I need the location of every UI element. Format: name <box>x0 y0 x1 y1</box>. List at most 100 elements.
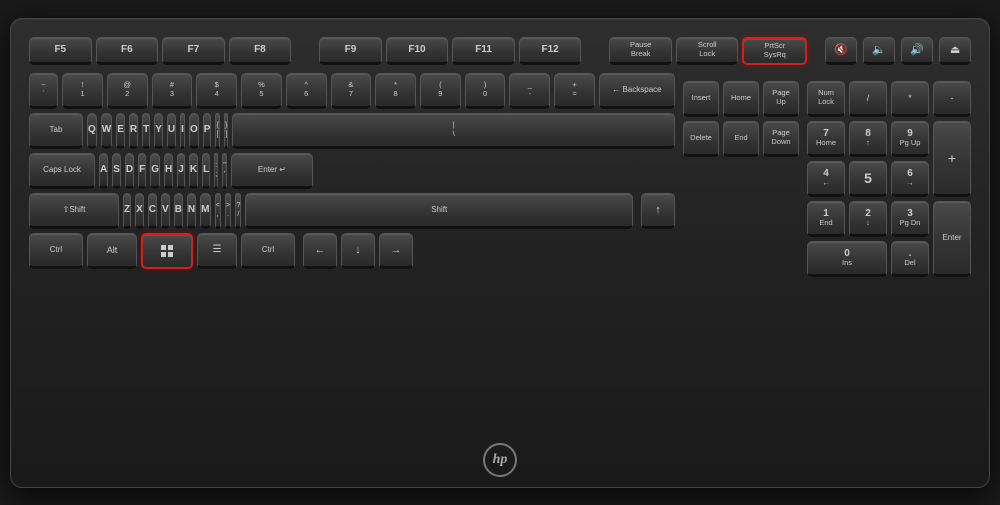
key-period[interactable]: >. <box>225 193 231 229</box>
key-7[interactable]: &7 <box>331 73 372 109</box>
key-vol-up[interactable]: 🔊 <box>901 37 933 65</box>
key-windows[interactable] <box>141 233 193 269</box>
key-comma[interactable]: <, <box>215 193 221 229</box>
key-menu[interactable]: ☰ <box>197 233 237 269</box>
key-k[interactable]: K <box>189 153 198 189</box>
key-9[interactable]: (9 <box>420 73 461 109</box>
key-numpad-8[interactable]: 8↑ <box>849 121 887 157</box>
key-t[interactable]: T <box>142 113 150 149</box>
key-numpad-1[interactable]: 1End <box>807 201 845 237</box>
key-backslash[interactable]: |\ <box>232 113 675 149</box>
key-p[interactable]: P <box>203 113 212 149</box>
key-6[interactable]: ^6 <box>286 73 327 109</box>
key-arrow-right[interactable]: → <box>379 233 413 269</box>
key-quote[interactable]: "' <box>222 153 227 189</box>
key-numpad-3[interactable]: 3Pg Dn <box>891 201 929 237</box>
key-minus[interactable]: _- <box>509 73 550 109</box>
key-8[interactable]: *8 <box>375 73 416 109</box>
key-prtscr-sysrq[interactable]: PrtScr SysRq <box>742 37 807 65</box>
key-numpad-5[interactable]: 5 <box>849 161 887 197</box>
key-end[interactable]: End <box>723 121 759 157</box>
key-semicolon[interactable]: :; <box>214 153 218 189</box>
key-f7[interactable]: F7 <box>162 37 225 65</box>
key-tab[interactable]: Tab <box>29 113 83 149</box>
key-numpad-dot[interactable]: .Del <box>891 241 929 277</box>
key-j[interactable]: J <box>177 153 185 189</box>
key-vol-down[interactable]: 🔈 <box>863 37 895 65</box>
key-page-down[interactable]: PageDown <box>763 121 799 157</box>
key-f[interactable]: F <box>138 153 146 189</box>
key-right-ctrl[interactable]: Ctrl <box>241 233 295 269</box>
key-slash[interactable]: ?/ <box>235 193 241 229</box>
key-5[interactable]: %5 <box>241 73 282 109</box>
key-pause-break[interactable]: Pause Break <box>609 37 672 65</box>
key-f11[interactable]: F11 <box>452 37 515 65</box>
key-numpad-slash[interactable]: / <box>849 81 887 117</box>
key-n[interactable]: N <box>187 193 196 229</box>
key-u[interactable]: U <box>167 113 176 149</box>
key-left-ctrl[interactable]: Ctrl <box>29 233 83 269</box>
key-delete[interactable]: Delete <box>683 121 719 157</box>
key-equals[interactable]: += <box>554 73 595 109</box>
key-page-up[interactable]: PageUp <box>763 81 799 117</box>
key-numpad-0[interactable]: 0Ins <box>807 241 887 277</box>
key-f12[interactable]: F12 <box>519 37 582 65</box>
key-s[interactable]: S <box>112 153 121 189</box>
key-backspace[interactable]: ← Backspace <box>599 73 675 109</box>
key-e[interactable]: E <box>116 113 125 149</box>
key-a[interactable]: A <box>99 153 108 189</box>
key-m[interactable]: M <box>200 193 210 229</box>
key-scroll-lock[interactable]: Scroll Lock <box>676 37 739 65</box>
key-0[interactable]: )0 <box>465 73 506 109</box>
key-numpad-enter[interactable]: Enter <box>933 201 971 277</box>
key-v[interactable]: V <box>161 193 170 229</box>
key-b[interactable]: B <box>174 193 183 229</box>
key-f5[interactable]: F5 <box>29 37 92 65</box>
key-enter[interactable]: Enter ↵ <box>231 153 313 189</box>
key-rbracket[interactable]: }] <box>224 113 229 149</box>
key-d[interactable]: D <box>125 153 134 189</box>
key-arrow-up[interactable]: ↑ <box>641 193 675 229</box>
key-left-shift[interactable]: ⇧Shift <box>29 193 119 229</box>
key-f8[interactable]: F8 <box>229 37 292 65</box>
key-home[interactable]: Home <box>723 81 759 117</box>
key-x[interactable]: X <box>135 193 144 229</box>
key-caps-lock[interactable]: Caps Lock <box>29 153 95 189</box>
key-1[interactable]: !1 <box>62 73 103 109</box>
key-4[interactable]: $4 <box>196 73 237 109</box>
key-g[interactable]: G <box>150 153 160 189</box>
key-eject[interactable]: ⏏ <box>939 37 971 65</box>
key-numpad-2[interactable]: 2↓ <box>849 201 887 237</box>
key-numpad-6[interactable]: 6→ <box>891 161 929 197</box>
key-z[interactable]: Z <box>123 193 131 229</box>
key-f6[interactable]: F6 <box>96 37 159 65</box>
key-numpad-star[interactable]: * <box>891 81 929 117</box>
key-2[interactable]: @2 <box>107 73 148 109</box>
key-c[interactable]: C <box>148 193 157 229</box>
key-right-shift[interactable]: Shift <box>245 193 633 229</box>
key-w[interactable]: W <box>101 113 112 149</box>
key-num-lock[interactable]: NumLock <box>807 81 845 117</box>
key-numpad-4[interactable]: 4← <box>807 161 845 197</box>
key-q[interactable]: Q <box>87 113 97 149</box>
key-mute[interactable]: 🔇 <box>825 37 857 65</box>
key-f9[interactable]: F9 <box>319 37 382 65</box>
key-l[interactable]: L <box>202 153 210 189</box>
key-numpad-minus[interactable]: - <box>933 81 971 117</box>
key-insert[interactable]: Insert <box>683 81 719 117</box>
key-backtick[interactable]: ~` <box>29 73 58 109</box>
key-3[interactable]: #3 <box>152 73 193 109</box>
key-left-alt[interactable]: Alt <box>87 233 137 269</box>
key-h[interactable]: H <box>164 153 173 189</box>
key-r[interactable]: R <box>129 113 138 149</box>
key-arrow-left[interactable]: ← <box>303 233 337 269</box>
key-numpad-9[interactable]: 9Pg Up <box>891 121 929 157</box>
key-o[interactable]: O <box>189 113 199 149</box>
key-y[interactable]: Y <box>154 113 163 149</box>
key-lbracket[interactable]: {[ <box>215 113 220 149</box>
key-numpad-plus[interactable]: + <box>933 121 971 197</box>
key-f10[interactable]: F10 <box>386 37 449 65</box>
key-i[interactable]: I <box>180 113 185 149</box>
key-arrow-down[interactable]: ↓ <box>341 233 375 269</box>
key-numpad-7[interactable]: 7Home <box>807 121 845 157</box>
